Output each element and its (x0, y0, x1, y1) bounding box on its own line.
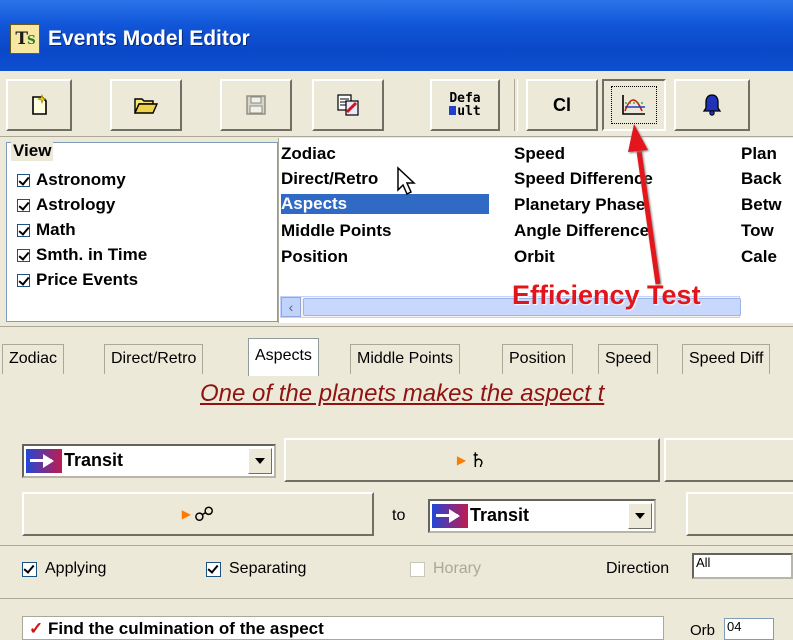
planet-1-button[interactable]: ▶ ♄ (284, 438, 660, 482)
list-item[interactable]: Plan (741, 144, 777, 164)
save-icon (246, 95, 266, 115)
list-item[interactable]: Direct/Retro (281, 169, 378, 189)
marker-icon: ✓ (29, 619, 44, 638)
mouse-cursor-icon (397, 166, 416, 196)
view-smth-in-time-checkbox[interactable]: Smth. in Time (17, 245, 147, 265)
divider (0, 598, 793, 599)
list-item-selected[interactable]: Aspects (281, 194, 489, 214)
bell-icon (702, 94, 722, 116)
tab-direct-retro[interactable]: Direct/Retro (104, 344, 204, 374)
culmination-option[interactable]: ✓ Find the culmination of the aspect (22, 616, 664, 640)
new-icon (32, 94, 47, 115)
open-button[interactable] (110, 79, 182, 131)
triangle-marker-icon: ▶ (456, 453, 467, 467)
checkbox-icon[interactable] (17, 223, 30, 237)
checkbox-icon[interactable] (17, 198, 30, 212)
aspect-panel: One of the planets makes the aspect t Tr… (0, 376, 793, 640)
chevron-down-icon[interactable] (628, 503, 652, 529)
toolbar-separator (514, 79, 518, 131)
orb-input[interactable]: 04 (724, 618, 774, 640)
view-price-events-checkbox[interactable]: Price Events (17, 270, 138, 290)
tab-speed-diff[interactable]: Speed Diff (682, 344, 771, 374)
view-astronomy-checkbox[interactable]: Astronomy (17, 170, 126, 190)
list-item[interactable]: Position (281, 247, 348, 267)
list-item[interactable]: Middle Points (281, 221, 392, 241)
checkbox-icon[interactable] (22, 561, 37, 577)
aspect-button[interactable]: ▶ ☍ (22, 492, 374, 536)
cl-button[interactable]: Cl (526, 79, 598, 131)
tab-position[interactable]: Position (502, 344, 573, 374)
chevron-down-icon[interactable] (248, 448, 272, 474)
app-icon: TS (10, 24, 40, 54)
tab-zodiac[interactable]: Zodiac (2, 344, 65, 374)
orb-label: Orb (690, 622, 716, 639)
checkbox-icon[interactable] (17, 273, 30, 287)
view-astrology-checkbox[interactable]: Astrology (17, 195, 115, 215)
annotation-arrow-icon (628, 124, 661, 285)
horary-checkbox: Horary (410, 560, 481, 578)
scroll-left-icon[interactable]: ‹ (281, 297, 301, 317)
list-item[interactable]: Speed (514, 144, 565, 164)
title-bar[interactable]: TS Events Model Editor (0, 0, 793, 71)
new-button[interactable] (6, 79, 72, 131)
planet-1-extra-button[interactable] (664, 438, 793, 482)
view-group: View Astronomy Astrology Math Smth. in T… (6, 141, 278, 322)
tab-bar: Zodiac Direct/Retro Aspects Middle Point… (0, 336, 793, 377)
transit-combo-1[interactable]: Transit (22, 444, 276, 478)
efficiency-test-annotation: Efficiency Test (512, 280, 701, 310)
opposition-aspect-icon: ☍ (193, 502, 215, 526)
to-label: to (392, 507, 406, 524)
checkbox-icon[interactable] (17, 248, 30, 262)
checkbox-icon (410, 561, 425, 577)
window-title: Events Model Editor (48, 27, 250, 50)
list-item[interactable]: Orbit (514, 247, 555, 267)
transit-flag-icon (432, 504, 468, 528)
checkbox-icon[interactable] (206, 561, 221, 577)
copy-button[interactable] (312, 79, 384, 131)
toolbar: Defa ult Cl (0, 71, 793, 137)
tab-middle-points[interactable]: Middle Points (350, 344, 461, 374)
divider (0, 545, 793, 546)
triangle-marker-icon: ▶ (181, 507, 191, 521)
checkbox-icon[interactable] (17, 173, 30, 187)
bell-button[interactable] (674, 79, 750, 131)
transit-combo-2[interactable]: Transit (428, 499, 656, 533)
divider (0, 326, 793, 327)
list-item[interactable]: Tow (741, 221, 774, 241)
saturn-icon: ♄ (469, 448, 488, 472)
default-button[interactable]: Defa ult (430, 79, 500, 131)
direction-select[interactable]: All (692, 553, 793, 579)
save-button[interactable] (220, 79, 292, 131)
aspect-headline: One of the planets makes the aspect t (200, 380, 605, 407)
list-item[interactable]: Betw (741, 195, 782, 215)
view-legend: View (11, 141, 54, 161)
direction-label: Direction (606, 560, 670, 577)
transit-flag-icon (26, 449, 62, 473)
separating-checkbox[interactable]: Separating (206, 560, 306, 578)
list-item[interactable]: Zodiac (281, 144, 336, 164)
list-item[interactable]: Cale (741, 247, 777, 267)
tab-speed[interactable]: Speed (598, 344, 659, 374)
list-item[interactable]: Back (741, 169, 782, 189)
copy-icon (337, 94, 359, 116)
view-math-checkbox[interactable]: Math (17, 220, 76, 240)
applying-checkbox[interactable]: Applying (22, 560, 106, 578)
tab-aspects[interactable]: Aspects (248, 338, 319, 376)
open-folder-icon (133, 98, 159, 114)
planet-2-button[interactable] (686, 492, 793, 536)
